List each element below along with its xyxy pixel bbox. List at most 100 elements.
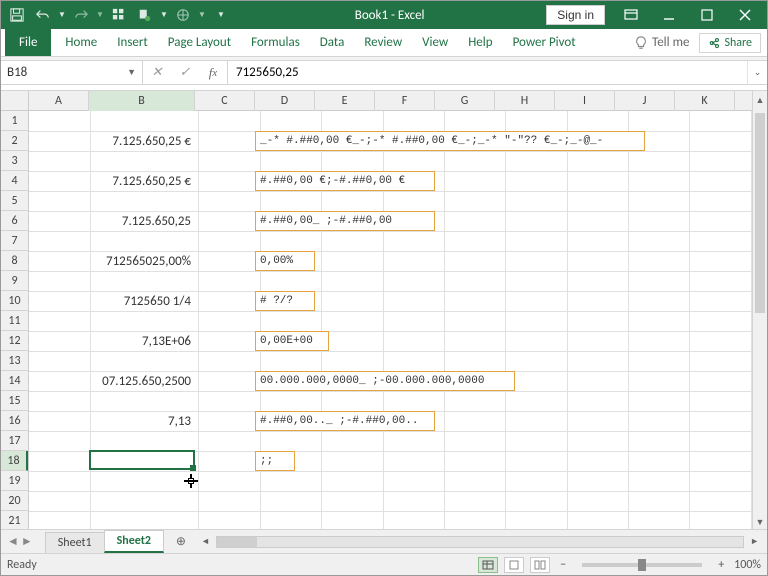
col-head-K[interactable]: K [675,91,735,113]
col-head-J[interactable]: J [615,91,675,113]
cell-D18[interactable]: ;; [255,451,295,471]
row-head-15[interactable]: 15 [1,391,28,411]
row-head-9[interactable]: 9 [1,271,28,291]
sheet-tab-sheet1[interactable]: Sheet1 [45,532,105,553]
undo-icon[interactable] [31,3,55,27]
row-head-20[interactable]: 20 [1,491,28,511]
col-head-H[interactable]: H [495,91,555,113]
row-head-14[interactable]: 14 [1,371,28,391]
spreadsheet-grid[interactable]: ABCDEFGHIJK 1234567891011121314151617181… [1,91,767,529]
row-head-7[interactable]: 7 [1,231,28,251]
tab-review[interactable]: Review [354,29,412,56]
insert-function-icon[interactable]: fx [199,65,227,81]
col-head-A[interactable]: A [29,91,89,113]
zoom-slider[interactable] [582,563,702,567]
horizontal-scroll-track[interactable] [216,536,744,548]
column-headers[interactable]: ABCDEFGHIJK [29,91,752,111]
row-head-2[interactable]: 2 [1,131,28,151]
col-head-F[interactable]: F [375,91,435,113]
normal-view-icon[interactable] [478,557,498,573]
cell-D6[interactable]: #.##0,00_ ;-#.##0,00 [255,211,435,231]
sheet-tab-sheet2[interactable]: Sheet2 [104,530,164,553]
ribbon-display-icon[interactable] [613,1,649,29]
qat-dropdown-3-icon[interactable]: ▼ [197,3,207,27]
cell-D4[interactable]: #.##0,00 €;-#.##0,00 € [255,171,435,191]
row-head-18[interactable]: 18 [1,451,28,471]
tab-view[interactable]: View [412,29,458,56]
row-head-11[interactable]: 11 [1,311,28,331]
qat-icon-3[interactable] [171,3,195,27]
tab-page-layout[interactable]: Page Layout [158,29,241,56]
name-box-dropdown-icon[interactable]: ▼ [127,67,136,78]
enter-icon[interactable]: ✓ [171,65,199,80]
row-headers[interactable]: 123456789101112131415161718192021 [1,111,29,529]
row-head-5[interactable]: 5 [1,191,28,211]
vertical-scrollbar[interactable]: ▲ ▼ [752,91,767,529]
col-head-G[interactable]: G [435,91,495,113]
col-head-I[interactable]: I [555,91,615,113]
cell-B16[interactable]: 7,13 [89,411,195,431]
row-head-8[interactable]: 8 [1,251,28,271]
cell-D12[interactable]: 0,00E+00 [255,331,329,351]
tell-me-search[interactable]: Tell me [626,35,697,50]
col-head-D[interactable]: D [255,91,315,113]
row-head-21[interactable]: 21 [1,511,28,529]
page-layout-view-icon[interactable] [504,557,524,573]
tab-formulas[interactable]: Formulas [241,29,310,56]
share-button[interactable]: Share [699,33,761,53]
sheet-next-icon[interactable]: ► [21,534,33,549]
name-box[interactable]: B18 ▼ [1,61,143,84]
cell-B14[interactable]: 07.125.650,2500 [89,371,195,391]
cell-B2[interactable]: 7.125.650,25 € [89,131,195,151]
formula-bar-expand-icon[interactable]: ⌄ [747,61,767,84]
cell-B6[interactable]: 7.125.650,25 [89,211,195,231]
scroll-left-icon[interactable]: ◄ [197,536,214,547]
add-sheet-button[interactable]: ⊕ [169,530,193,553]
col-head-B[interactable]: B [89,91,195,113]
cells-area[interactable]: 7.125.650,25 €7.125.650,25 €7.125.650,25… [29,111,752,529]
sheet-prev-icon[interactable]: ◄ [7,534,19,549]
row-head-17[interactable]: 17 [1,431,28,451]
row-head-16[interactable]: 16 [1,411,28,431]
col-head-E[interactable]: E [315,91,375,113]
row-head-1[interactable]: 1 [1,111,28,131]
scroll-right-icon[interactable]: ► [746,536,763,547]
row-head-3[interactable]: 3 [1,151,28,171]
cell-B10[interactable]: 7125650 1/4 [89,291,195,311]
tab-data[interactable]: Data [310,29,355,56]
cell-D2[interactable]: _-* #.##0,00 €_-;-* #.##0,00 €_-;_-* "-"… [255,131,645,151]
sheet-nav[interactable]: ◄ ► [1,530,39,553]
sign-in-button[interactable]: Sign in [546,5,605,25]
cell-D14[interactable]: 00.000.000,0000_ ;-00.000.000,0000 [255,371,515,391]
qat-icon-1[interactable] [107,3,131,27]
redo-icon[interactable] [69,3,93,27]
redo-dropdown-icon[interactable]: ▼ [95,3,105,27]
cell-B12[interactable]: 7,13E+06 [89,331,195,351]
cancel-icon[interactable]: ✕ [143,65,171,80]
close-icon[interactable] [727,1,763,29]
tab-file[interactable]: File [5,29,51,56]
horizontal-scrollbar[interactable]: ◄ ► [193,530,767,553]
row-head-10[interactable]: 10 [1,291,28,311]
zoom-in-button[interactable]: + [714,558,728,572]
cell-B8[interactable]: 712565025,00% [89,251,195,271]
row-head-12[interactable]: 12 [1,331,28,351]
maximize-icon[interactable] [689,1,725,29]
cell-D10[interactable]: # ?/? [255,291,315,311]
cell-D16[interactable]: #.##0,00.._ ;-#.##0,00.. [255,411,435,431]
tab-help[interactable]: Help [458,29,502,56]
scroll-up-icon[interactable]: ▲ [753,91,767,109]
undo-dropdown-icon[interactable]: ▼ [57,3,67,27]
formula-input[interactable]: 7125650,25 [228,61,747,84]
horizontal-scroll-thumb[interactable] [217,537,257,547]
row-head-6[interactable]: 6 [1,211,28,231]
save-icon[interactable] [5,3,29,27]
tab-insert[interactable]: Insert [107,29,158,56]
qat-dropdown-2-icon[interactable]: ▼ [159,3,169,27]
row-head-19[interactable]: 19 [1,471,28,491]
col-head-C[interactable]: C [195,91,255,113]
page-break-view-icon[interactable] [530,557,550,573]
cell-D8[interactable]: 0,00% [255,251,315,271]
vertical-scroll-thumb[interactable] [755,113,765,313]
tab-power-pivot[interactable]: Power Pivot [503,29,586,56]
